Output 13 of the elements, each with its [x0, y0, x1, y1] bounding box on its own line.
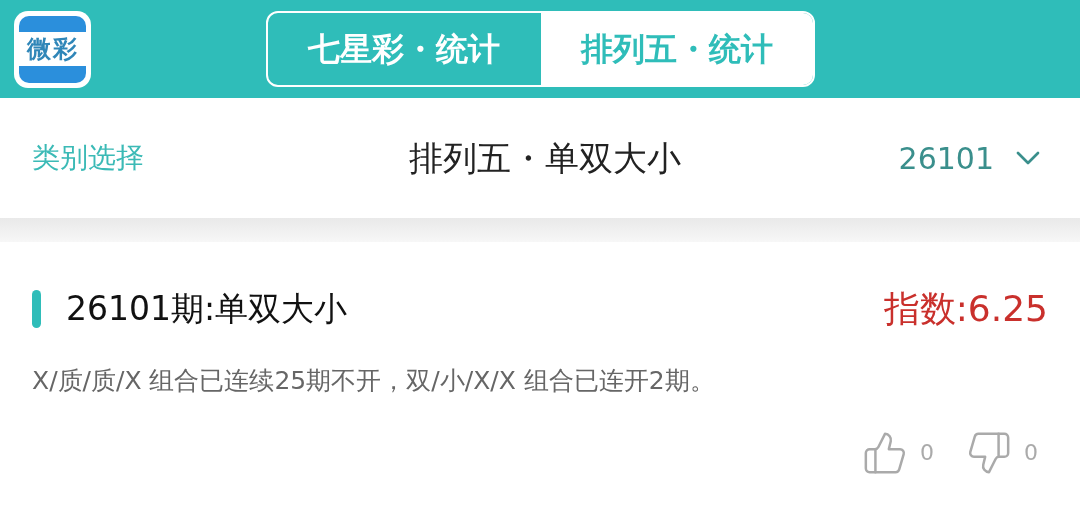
tab[interactable]: 七星彩・统计: [268, 13, 541, 85]
issue-dropdown[interactable]: 26101: [848, 135, 1048, 181]
logo-text: 微彩: [19, 32, 86, 66]
article-title: 26101期:单双大小: [66, 288, 349, 331]
article-body: X/质/质/X 组合已连续25期不开，双/小/X/X 组合已连开2期。: [32, 365, 716, 397]
category-link[interactable]: 类别选择: [32, 137, 232, 179]
dislike-button[interactable]: 0: [966, 429, 1038, 476]
index-value: 指数:6.25: [883, 287, 1048, 331]
page-title: 排列五・单双大小: [408, 136, 682, 180]
app-logo[interactable]: 微彩: [14, 10, 91, 88]
accent-bar: [32, 290, 41, 328]
like-button[interactable]: 0: [862, 429, 934, 476]
tab[interactable]: 排列五・统计: [540, 13, 813, 85]
